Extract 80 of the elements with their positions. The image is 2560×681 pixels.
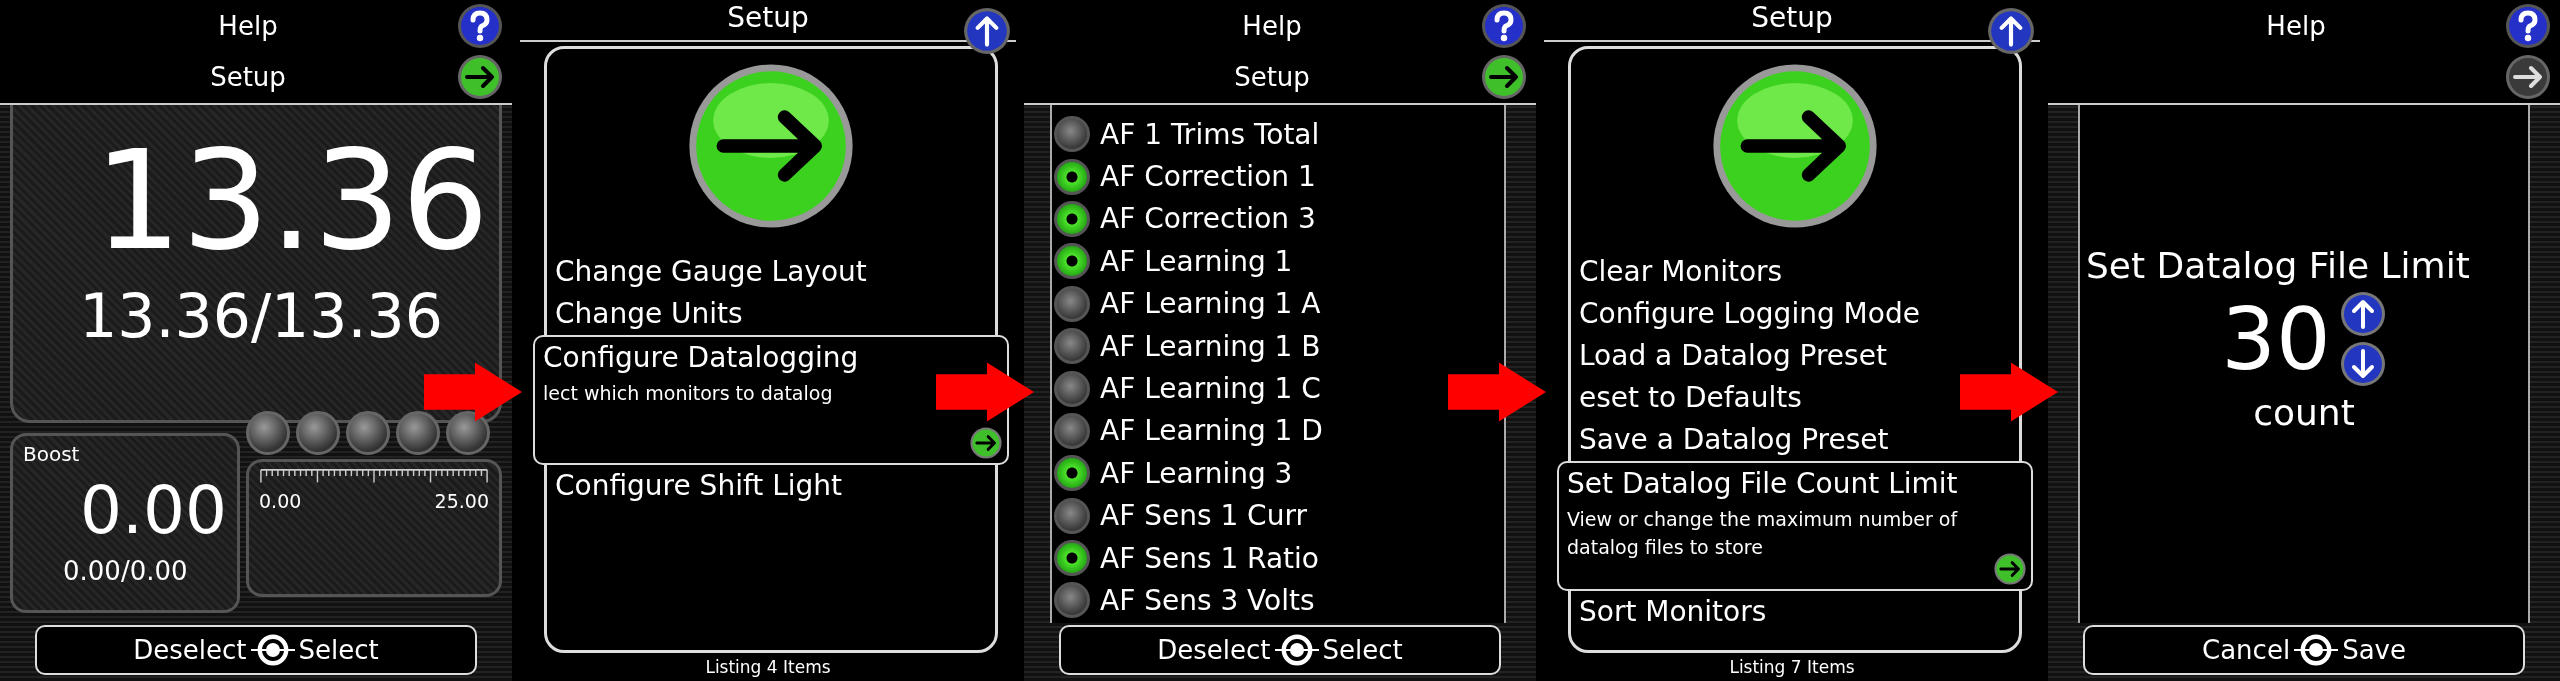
monitor-item[interactable]: AF Learning 1 C <box>1100 372 1321 406</box>
monitor-item[interactable]: AF Learning 1 <box>1100 244 1293 278</box>
menu-item-label: Change Units <box>555 296 743 332</box>
menu-item[interactable]: Clear Monitors <box>1571 251 1791 293</box>
menu-item-label: Configure Logging Mode <box>1579 296 1920 332</box>
menu-item-label: Save a Datalog Preset <box>1579 422 1889 458</box>
monitor-item[interactable]: AF Sens 1 Ratio <box>1100 541 1319 575</box>
radio-indicator[interactable] <box>1054 370 1090 407</box>
help-icon[interactable] <box>456 1 504 50</box>
monitor-item[interactable]: AF Correction 1 <box>1100 160 1316 194</box>
monitor-item[interactable]: AF Sens 1 Curr <box>1100 499 1307 533</box>
radio-indicator[interactable] <box>1054 582 1090 619</box>
scale-min: 0.00 <box>259 490 302 512</box>
setup-label: Setup <box>209 61 287 92</box>
menu-item[interactable]: eset to Defaults <box>1571 377 1810 419</box>
menu-item[interactable]: Save a Datalog Preset <box>1571 419 1897 461</box>
monitor-item[interactable]: AF Sens 3 Volts <box>1100 584 1315 617</box>
gauge-min-max: 13.36/13.36 <box>79 280 443 351</box>
left-softkey[interactable]: Cancel <box>2202 635 2291 665</box>
left-softkey[interactable]: Deselect <box>1157 635 1271 665</box>
menu-item-label: Set Datalog File Count Limit <box>1567 466 1959 502</box>
help-label: Help <box>2265 10 2327 41</box>
menu-item-label: Clear Monitors <box>1579 254 1783 290</box>
menu-item-label: Load a Datalog Preset <box>1579 338 1887 374</box>
boost-label: Boost <box>23 442 81 466</box>
listing-count: Listing 7 Items <box>1728 656 1856 679</box>
setup-label: Setup <box>1233 61 1311 92</box>
monitor-item[interactable]: AF 1 Trims Total <box>1100 117 1320 151</box>
scale-max: 25.00 <box>434 490 489 512</box>
next-arrow-icon[interactable] <box>969 426 1003 460</box>
monitor-item[interactable]: AF Learning 1 B <box>1100 329 1321 363</box>
radio-indicator[interactable] <box>1054 540 1090 577</box>
menu-item-description: View or change the maximum number of datalog files to store <box>1567 507 1959 560</box>
menu-item[interactable]: Configure Logging Mode <box>1571 293 1928 335</box>
menu-item[interactable]: Configure Shift Light <box>547 465 851 507</box>
radio-indicator[interactable] <box>1054 200 1090 237</box>
next-arrow-icon[interactable] <box>1993 552 2027 586</box>
help-icon[interactable] <box>1480 1 1528 50</box>
menu-item[interactable]: Change Gauge Layout <box>547 251 875 293</box>
radio-indicator[interactable] <box>1054 328 1090 365</box>
setting-value: 30 <box>2221 296 2331 382</box>
boost-value: 0.00 <box>80 478 227 544</box>
radio-indicator[interactable] <box>1054 455 1090 492</box>
decrement-icon[interactable] <box>2338 340 2387 388</box>
menu-item-description: lect which monitors to datalog <box>543 381 834 406</box>
monitor-item[interactable]: AF Learning 3 <box>1100 456 1293 490</box>
monitor-item[interactable]: AF Correction 3 <box>1100 202 1316 236</box>
menu-item-label: Change Gauge Layout <box>555 254 867 290</box>
menu-item-label: Sort Monitors <box>1579 594 1767 630</box>
radio-indicator[interactable] <box>1054 243 1090 280</box>
menu-item[interactable]: Set Datalog File Count Limit View or change the maximum number of datalog files to store <box>1557 461 2033 591</box>
menu-item[interactable]: Sort Monitors <box>1571 591 1775 633</box>
menu-item[interactable]: Load a Datalog Preset <box>1571 335 1895 377</box>
menu-item[interactable]: Configure Datalogging lect which monitors to datalog <box>533 335 1009 465</box>
boost-min-max: 0.00/0.00 <box>62 556 189 586</box>
help-label: Help <box>1241 10 1303 41</box>
gauge-value: 13.36 <box>93 125 489 277</box>
help-label: Help <box>217 10 279 41</box>
increment-icon[interactable] <box>2338 290 2387 338</box>
radio-indicator[interactable] <box>1054 158 1090 195</box>
radio-indicator[interactable] <box>1054 412 1090 449</box>
monitor-item[interactable]: AF Learning 1 D <box>1100 414 1323 448</box>
menu-title: Setup <box>727 0 809 36</box>
help-icon[interactable] <box>2504 1 2552 50</box>
right-softkey[interactable]: Select <box>1322 635 1403 665</box>
listing-count: Listing 4 Items <box>704 656 832 679</box>
radio-indicator[interactable] <box>1054 497 1090 534</box>
menu-item-label: Configure Datalogging <box>543 340 860 376</box>
menu-item[interactable]: Change Units <box>547 293 751 335</box>
right-softkey[interactable]: Save <box>2342 635 2406 665</box>
setting-title: Set Datalog File Limit <box>2085 245 2470 286</box>
menu-title: Setup <box>1751 0 1833 36</box>
radio-indicator[interactable] <box>1054 285 1090 322</box>
setting-unit: count <box>2253 392 2355 433</box>
menu-item-label: eset to Defaults <box>1579 380 1802 416</box>
menu-item-label: Configure Shift Light <box>555 468 843 504</box>
left-softkey[interactable]: Deselect <box>133 635 247 665</box>
right-softkey[interactable]: Select <box>298 635 379 665</box>
radio-indicator[interactable] <box>1054 116 1090 153</box>
monitor-item[interactable]: AF Learning 1 A <box>1100 287 1321 321</box>
